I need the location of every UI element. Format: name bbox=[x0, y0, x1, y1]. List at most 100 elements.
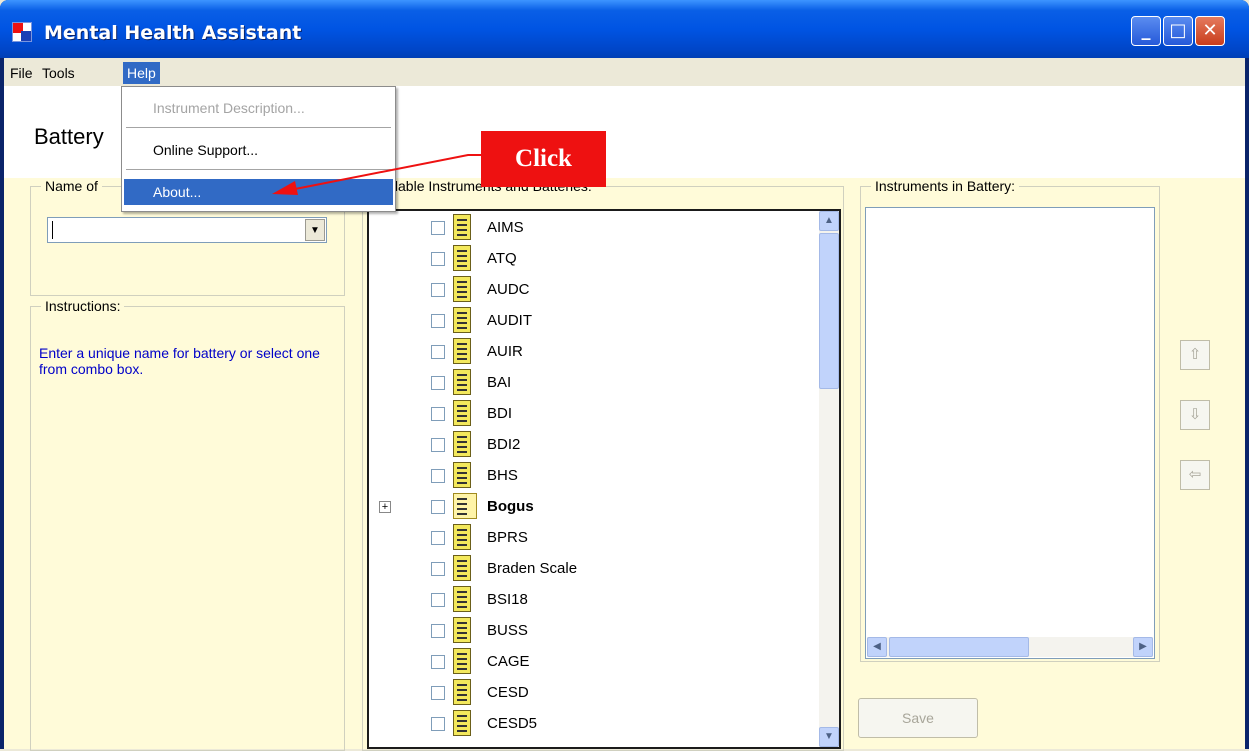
scroll-thumb[interactable] bbox=[819, 233, 839, 389]
menu-help[interactable]: Help bbox=[123, 62, 160, 84]
close-button[interactable]: ✕ bbox=[1195, 16, 1225, 46]
instrument-label: Bogus bbox=[487, 498, 534, 515]
tree-item[interactable]: AUIR bbox=[369, 337, 819, 367]
tree-item[interactable]: CAGE bbox=[369, 647, 819, 677]
instrument-label: BHS bbox=[487, 467, 518, 484]
instrument-label: AIMS bbox=[487, 219, 524, 236]
app-icon[interactable] bbox=[12, 22, 32, 42]
instrument-label: BAI bbox=[487, 374, 512, 391]
move-up-button[interactable]: ⇧ bbox=[1180, 340, 1210, 370]
instrument-checkbox[interactable] bbox=[431, 500, 445, 514]
instrument-label: CAGE bbox=[487, 653, 530, 670]
instrument-icon bbox=[453, 276, 471, 302]
instrument-icon bbox=[453, 338, 471, 364]
battery-icon bbox=[453, 493, 477, 519]
instrument-checkbox[interactable] bbox=[431, 655, 445, 669]
window-title: Mental Health Assistant bbox=[44, 22, 302, 44]
tree-item[interactable]: CESD5 bbox=[369, 709, 819, 739]
app-window: Mental Health Assistant _ □ ✕ File Tools… bbox=[0, 0, 1249, 751]
scroll-right-button[interactable]: ▶ bbox=[1133, 637, 1153, 657]
instrument-checkbox[interactable] bbox=[431, 283, 445, 297]
instrument-checkbox[interactable] bbox=[431, 686, 445, 700]
tree-item[interactable]: AIMS bbox=[369, 213, 819, 243]
tree-item[interactable]: CESD bbox=[369, 678, 819, 708]
menu-item-instrument-description[interactable]: Instrument Description... bbox=[124, 95, 393, 121]
battery-instruments-legend: Instruments in Battery: bbox=[871, 178, 1020, 194]
page-title: Battery bbox=[34, 124, 104, 149]
instrument-icon bbox=[453, 617, 471, 643]
move-down-button[interactable]: ⇩ bbox=[1180, 400, 1210, 430]
instrument-checkbox[interactable] bbox=[431, 469, 445, 483]
scroll-thumb[interactable] bbox=[889, 637, 1029, 657]
instrument-label: ATQ bbox=[487, 250, 517, 267]
instrument-checkbox[interactable] bbox=[431, 252, 445, 266]
menu-tools[interactable]: Tools bbox=[38, 62, 79, 84]
instrument-label: AUDIT bbox=[487, 312, 532, 329]
tree-item[interactable]: BHS bbox=[369, 461, 819, 491]
instrument-icon bbox=[453, 555, 471, 581]
menu-bar: File Tools Help bbox=[4, 58, 1245, 86]
instrument-label: AUDC bbox=[487, 281, 530, 298]
instrument-label: BPRS bbox=[487, 529, 528, 546]
instrument-label: Braden Scale bbox=[487, 560, 578, 577]
horizontal-scrollbar[interactable]: ◀ ▶ bbox=[867, 637, 1153, 657]
tree-item[interactable]: BDI2 bbox=[369, 430, 819, 460]
tree-item[interactable]: BAI bbox=[369, 368, 819, 398]
tree-item[interactable]: Braden Scale bbox=[369, 554, 819, 584]
main-content: Name of ▼ Instructions: Enter a unique n… bbox=[4, 178, 1245, 751]
instrument-checkbox[interactable] bbox=[431, 314, 445, 328]
instrument-icon bbox=[453, 431, 471, 457]
scroll-down-button[interactable]: ▼ bbox=[819, 727, 839, 747]
instrument-checkbox[interactable] bbox=[431, 562, 445, 576]
instrument-checkbox[interactable] bbox=[431, 221, 445, 235]
tree-item[interactable]: BSI18 bbox=[369, 585, 819, 615]
scroll-up-button[interactable]: ▲ bbox=[819, 211, 839, 231]
instrument-checkbox[interactable] bbox=[431, 593, 445, 607]
instructions-group: Instructions: Enter a unique name for ba… bbox=[30, 298, 345, 751]
menu-file[interactable]: File bbox=[6, 62, 37, 84]
tree-item[interactable]: AUDIT bbox=[369, 306, 819, 336]
tree-item[interactable]: AUDC bbox=[369, 275, 819, 305]
battery-instruments-group: Instruments in Battery: ◀ ▶ bbox=[860, 178, 1160, 662]
instrument-checkbox[interactable] bbox=[431, 717, 445, 731]
instrument-icon bbox=[453, 400, 471, 426]
click-annotation: Click bbox=[481, 131, 606, 187]
available-instruments-tree[interactable]: AIMS ATQ AUDC AUDIT AUIR BAI BDI BDI2 BHS + Bogus B… bbox=[367, 209, 841, 749]
instrument-icon bbox=[453, 679, 471, 705]
maximize-button[interactable]: □ bbox=[1163, 16, 1193, 46]
instrument-icon bbox=[453, 245, 471, 271]
tree-item[interactable]: BUSS bbox=[369, 616, 819, 646]
instrument-icon bbox=[453, 710, 471, 736]
expand-icon[interactable]: + bbox=[379, 501, 391, 513]
combo-dropdown-button[interactable]: ▼ bbox=[305, 219, 325, 241]
name-group-legend: Name of bbox=[41, 178, 102, 194]
instrument-icon bbox=[453, 586, 471, 612]
instrument-checkbox[interactable] bbox=[431, 345, 445, 359]
menu-separator bbox=[126, 169, 391, 170]
instrument-label: CESD bbox=[487, 684, 529, 701]
minimize-button[interactable]: _ bbox=[1131, 16, 1161, 46]
tree-item[interactable]: BPRS bbox=[369, 523, 819, 553]
tree-item[interactable]: ATQ bbox=[369, 244, 819, 274]
instrument-icon bbox=[453, 307, 471, 333]
scroll-left-button[interactable]: ◀ bbox=[867, 637, 887, 657]
remove-instrument-button[interactable]: ⇦ bbox=[1180, 460, 1210, 490]
instrument-checkbox[interactable] bbox=[431, 531, 445, 545]
tree-item[interactable]: BDI bbox=[369, 399, 819, 429]
instructions-text: Enter a unique name for battery or selec… bbox=[39, 345, 320, 377]
save-button[interactable]: Save bbox=[858, 698, 978, 738]
instrument-checkbox[interactable] bbox=[431, 624, 445, 638]
instrument-checkbox[interactable] bbox=[431, 438, 445, 452]
title-bar[interactable]: Mental Health Assistant _ □ ✕ bbox=[0, 0, 1249, 58]
instrument-checkbox[interactable] bbox=[431, 407, 445, 421]
instrument-checkbox[interactable] bbox=[431, 376, 445, 390]
battery-name-combo[interactable]: ▼ bbox=[47, 217, 327, 243]
battery-instruments-list[interactable]: ◀ ▶ bbox=[865, 207, 1155, 659]
instrument-icon bbox=[453, 462, 471, 488]
menu-separator bbox=[126, 127, 391, 128]
menu-item-about[interactable]: About... bbox=[124, 179, 393, 205]
menu-item-online-support[interactable]: Online Support... bbox=[124, 137, 393, 163]
tree-item[interactable]: + Bogus bbox=[369, 492, 819, 522]
vertical-scrollbar[interactable]: ▲ ▼ bbox=[819, 211, 839, 747]
instrument-label: BDI bbox=[487, 405, 513, 422]
